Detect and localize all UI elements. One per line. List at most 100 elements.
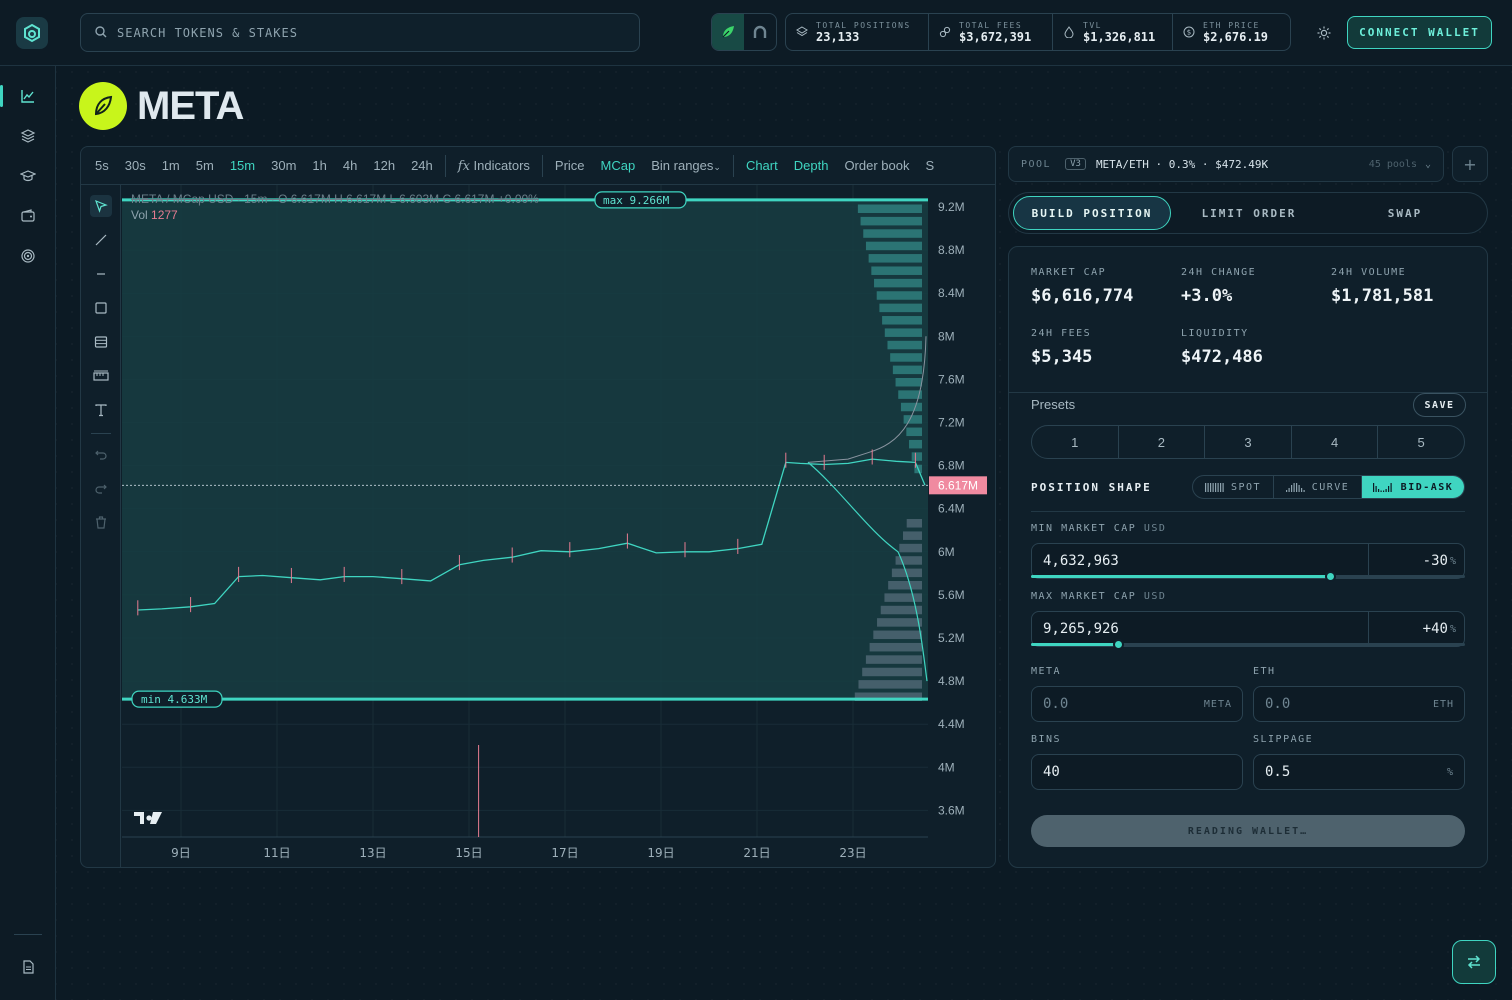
metric-liquidity: LIQUIDITY $472,486 bbox=[1181, 328, 1263, 367]
search-input[interactable] bbox=[117, 25, 597, 40]
price-chart[interactable]: max 9.266M min 4.633M 9.2M 8.8M 8.4M 8M 7.6M… bbox=[81, 185, 995, 867]
max-cap-percent-value: +40 bbox=[1422, 621, 1448, 637]
position-shape-toggle: SPOT CURVE BID-ASK bbox=[1192, 475, 1465, 499]
interval-24h[interactable]: 24h bbox=[403, 158, 441, 173]
slippage-input[interactable] bbox=[1254, 764, 1447, 780]
stack-nav-icon[interactable] bbox=[17, 125, 39, 147]
depth-bar bbox=[877, 618, 922, 627]
min-cap-slider-thumb[interactable] bbox=[1325, 571, 1337, 582]
token-logo-icon bbox=[79, 82, 127, 130]
position-tabs: BUILD POSITION LIMIT ORDER SWAP bbox=[1008, 192, 1488, 234]
depth-bar bbox=[900, 402, 922, 412]
graduation-cap-icon[interactable] bbox=[17, 165, 39, 187]
plus-icon: + bbox=[1463, 154, 1477, 174]
chart-nav-icon[interactable] bbox=[17, 85, 39, 107]
y-tick-label: 8.4M bbox=[938, 286, 965, 300]
app-logo-icon[interactable] bbox=[16, 17, 48, 49]
preset-4[interactable]: 4 bbox=[1292, 426, 1379, 458]
x-axis: 9日 11日 13日 15日 17日 19日 21日 23日 bbox=[171, 846, 866, 860]
interval-1m[interactable]: 1m bbox=[154, 158, 188, 173]
price-toggle[interactable]: Price bbox=[547, 158, 593, 173]
mcap-toggle[interactable]: MCap bbox=[593, 158, 644, 173]
max-cap-field: +40% bbox=[1031, 611, 1465, 647]
platform-toggle[interactable] bbox=[711, 13, 777, 51]
tab-limit-order[interactable]: LIMIT ORDER bbox=[1171, 196, 1327, 230]
metric-label: 24H FEES bbox=[1031, 328, 1092, 339]
tab-swap[interactable]: SWAP bbox=[1327, 196, 1483, 230]
depth-tab[interactable]: Depth bbox=[786, 158, 837, 173]
min-cap-slider[interactable] bbox=[1031, 571, 1465, 582]
depth-bar bbox=[874, 278, 922, 288]
interval-5s[interactable]: 5s bbox=[81, 158, 117, 173]
wallet-nav-icon[interactable] bbox=[17, 205, 39, 227]
save-preset-button[interactable]: SAVE bbox=[1413, 393, 1466, 417]
pool-pair: META/ETH · 0.3% · $472.49K bbox=[1095, 157, 1269, 171]
min-cap-percent[interactable]: -30% bbox=[1368, 544, 1464, 578]
depth-bar bbox=[858, 680, 922, 689]
bin-ranges-dropdown[interactable]: Bin ranges⌄ bbox=[643, 158, 729, 173]
max-cap-percent[interactable]: +40% bbox=[1368, 612, 1464, 646]
depth-bar bbox=[871, 266, 922, 275]
search-bar[interactable] bbox=[80, 13, 640, 52]
swap-direction-button[interactable] bbox=[1452, 940, 1496, 984]
link-icon bbox=[939, 23, 951, 42]
shape-spot[interactable]: SPOT bbox=[1193, 476, 1274, 498]
metric-24h-fees: 24H FEES $5,345 bbox=[1031, 328, 1092, 367]
shape-curve[interactable]: CURVE bbox=[1274, 476, 1362, 498]
chart-panel: 5s 30s 1m 5m 15m 30m 1h 4h 12h 24h 𝑓x In… bbox=[80, 146, 996, 868]
stat-value: $2,676.19 bbox=[1203, 29, 1269, 44]
interval-4h[interactable]: 4h bbox=[335, 158, 365, 173]
chart-tab[interactable]: Chart bbox=[738, 158, 786, 173]
bins-input[interactable] bbox=[1032, 764, 1242, 780]
interval-15m[interactable]: 15m bbox=[222, 158, 263, 173]
preset-3[interactable]: 3 bbox=[1205, 426, 1292, 458]
fx-icon: 𝑓x bbox=[457, 158, 470, 174]
target-nav-icon[interactable] bbox=[17, 245, 39, 267]
pool-label: POOL bbox=[1021, 158, 1052, 170]
max-range-label: max 9.266M bbox=[594, 191, 687, 209]
depth-bar bbox=[879, 303, 922, 313]
volume-value: 1277 bbox=[151, 208, 178, 222]
add-pool-button[interactable]: + bbox=[1452, 146, 1488, 182]
more-tab[interactable]: S bbox=[917, 158, 942, 173]
preset-1[interactable]: 1 bbox=[1032, 426, 1119, 458]
preset-2[interactable]: 2 bbox=[1119, 426, 1206, 458]
preset-5[interactable]: 5 bbox=[1378, 426, 1464, 458]
interval-12h[interactable]: 12h bbox=[365, 158, 403, 173]
metric-label: 24H CHANGE bbox=[1181, 267, 1257, 278]
stat-value: 23,133 bbox=[816, 29, 860, 44]
shape-bid-ask[interactable]: BID-ASK bbox=[1362, 476, 1464, 498]
toolbar-divider bbox=[444, 154, 446, 177]
build-position-panel: MARKET CAP $6,616,774 24H CHANGE +3.0% 24H… bbox=[1008, 246, 1488, 868]
svg-text:$: $ bbox=[1187, 28, 1191, 36]
max-cap-slider-thumb[interactable] bbox=[1112, 639, 1124, 650]
tab-build-position[interactable]: BUILD POSITION bbox=[1013, 196, 1171, 230]
pool-selector[interactable]: POOL V3 META/ETH · 0.3% · $472.49K 45 po… bbox=[1008, 146, 1444, 182]
left-nav bbox=[0, 66, 56, 1000]
max-cap-slider[interactable] bbox=[1031, 639, 1465, 650]
stat-eth-price: $ ETH PRICE $2,676.19 bbox=[1173, 14, 1290, 50]
interval-5m[interactable]: 5m bbox=[188, 158, 222, 173]
shape-curve-label: CURVE bbox=[1311, 481, 1350, 493]
indicators-button[interactable]: 𝑓x Indicators bbox=[450, 158, 538, 174]
y-tick-label: 9.2M bbox=[938, 200, 965, 214]
eth-amount-input[interactable] bbox=[1254, 696, 1433, 712]
global-stats: TOTAL POSITIONS 23,133 TOTAL FEES $3,672,3… bbox=[785, 13, 1291, 51]
depth-bar bbox=[903, 415, 922, 424]
order-book-tab[interactable]: Order book bbox=[836, 158, 917, 173]
y-tick-label: 7.6M bbox=[938, 372, 965, 386]
interval-30s[interactable]: 30s bbox=[117, 158, 154, 173]
meta-amount-input[interactable] bbox=[1032, 696, 1204, 712]
interval-1h[interactable]: 1h bbox=[304, 158, 334, 173]
submit-button[interactable]: READING WALLET… bbox=[1031, 815, 1465, 847]
leaf-icon[interactable] bbox=[712, 14, 744, 50]
connect-wallet-button[interactable]: CONNECT WALLET bbox=[1347, 16, 1492, 49]
section-divider bbox=[1031, 511, 1465, 512]
arch-icon[interactable] bbox=[744, 14, 776, 50]
theme-toggle-icon[interactable] bbox=[1313, 22, 1335, 44]
document-icon[interactable] bbox=[17, 956, 39, 978]
min-cap-unit: USD bbox=[1143, 523, 1167, 534]
interval-30m[interactable]: 30m bbox=[263, 158, 304, 173]
volume-label: Vol bbox=[131, 208, 148, 222]
depth-bar bbox=[895, 556, 922, 565]
